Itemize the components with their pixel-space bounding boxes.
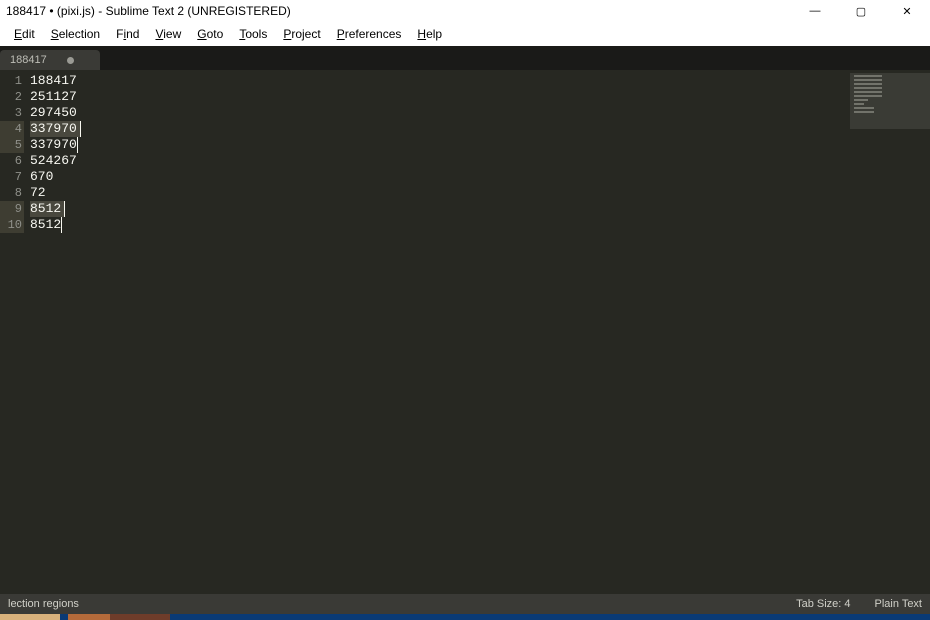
code-line[interactable]: 337970 — [30, 137, 930, 153]
code-line[interactable]: 8512 — [30, 201, 930, 217]
code-line[interactable]: 297450 — [30, 105, 930, 121]
menu-view[interactable]: View — [147, 25, 189, 43]
code-line[interactable]: 670 — [30, 169, 930, 185]
code-line[interactable]: 524267 — [30, 153, 930, 169]
status-tab-size[interactable]: Tab Size: 4 — [796, 598, 850, 610]
os-taskbar-strip — [0, 614, 930, 620]
code-content[interactable]: 1884172511272974503379703379705242676707… — [24, 70, 930, 594]
line-number: 9 — [0, 201, 24, 217]
window-title: 188417 • (pixi.js) - Sublime Text 2 (UNR… — [6, 4, 792, 18]
gutter: 12345678910 — [0, 70, 24, 594]
line-number: 6 — [0, 153, 24, 169]
line-number: 2 — [0, 89, 24, 105]
menu-preferences[interactable]: Preferences — [329, 25, 410, 43]
title-bar: 188417 • (pixi.js) - Sublime Text 2 (UNR… — [0, 0, 930, 22]
line-number: 3 — [0, 105, 24, 121]
close-button[interactable]: ✕ — [884, 0, 930, 22]
menu-selection[interactable]: Selection — [43, 25, 108, 43]
line-number: 4 — [0, 121, 24, 137]
status-syntax[interactable]: Plain Text — [875, 598, 923, 610]
status-bar: lection regions Tab Size: 4 Plain Text — [0, 594, 930, 614]
menu-goto[interactable]: Goto — [189, 25, 231, 43]
window-controls: — ▢ ✕ — [792, 0, 930, 22]
line-number: 1 — [0, 73, 24, 89]
line-number: 10 — [0, 217, 24, 233]
tab-label: 188417 — [10, 54, 47, 66]
line-number: 7 — [0, 169, 24, 185]
code-line[interactable]: 188417 — [30, 73, 930, 89]
tab-bar: 188417 — [0, 46, 930, 70]
line-number: 8 — [0, 185, 24, 201]
menu-tools[interactable]: Tools — [231, 25, 275, 43]
line-number: 5 — [0, 137, 24, 153]
code-line[interactable]: 337970 — [30, 121, 930, 137]
menu-bar: Edit Selection Find View Goto Tools Proj… — [0, 22, 930, 46]
menu-help[interactable]: Help — [409, 25, 450, 43]
menu-find[interactable]: Find — [108, 25, 147, 43]
menu-project[interactable]: Project — [275, 25, 328, 43]
status-message: lection regions — [8, 598, 772, 610]
code-line[interactable]: 72 — [30, 185, 930, 201]
minimap[interactable] — [850, 73, 930, 129]
minimize-button[interactable]: — — [792, 0, 838, 22]
code-line[interactable]: 251127 — [30, 89, 930, 105]
code-line[interactable]: 8512 — [30, 217, 930, 233]
tab-active[interactable]: 188417 — [0, 50, 100, 70]
tab-dirty-indicator-icon — [67, 57, 74, 64]
editor-area[interactable]: 12345678910 1884172511272974503379703379… — [0, 70, 930, 594]
menu-edit[interactable]: Edit — [6, 25, 43, 43]
maximize-button[interactable]: ▢ — [838, 0, 884, 22]
